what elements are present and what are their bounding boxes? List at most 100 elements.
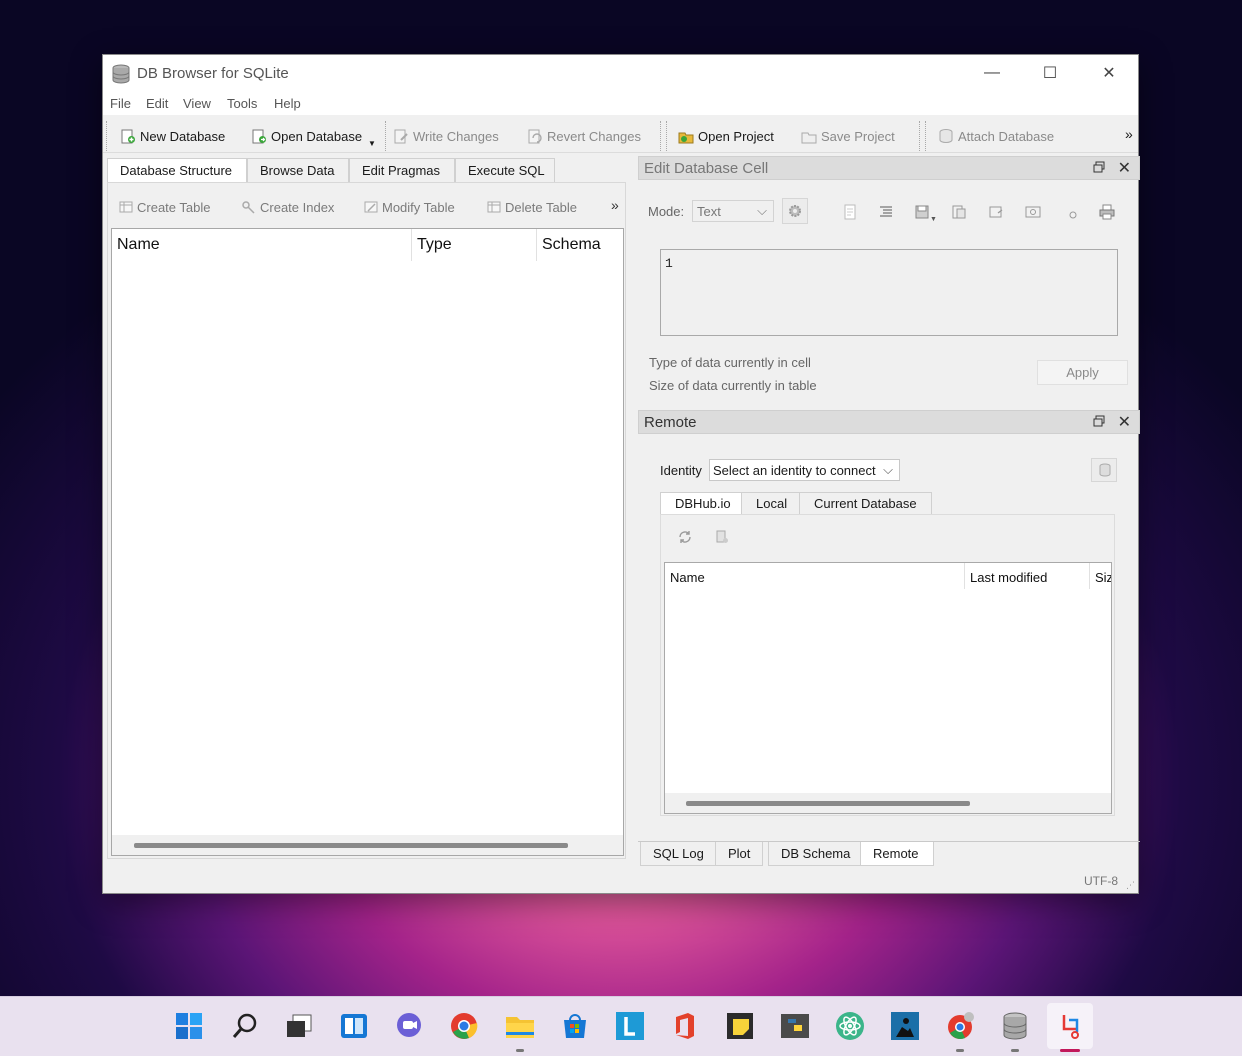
menu-bar: File Edit View Tools Help [103, 91, 1138, 115]
float-dock-icon[interactable] [1093, 415, 1105, 427]
tab-db-schema[interactable]: DB Schema [768, 842, 864, 866]
maximize-button[interactable]: ☐ [1021, 55, 1079, 91]
python-icon[interactable] [778, 1009, 812, 1043]
new-database-button[interactable]: New Database [120, 126, 225, 146]
scrollbar-thumb[interactable] [134, 843, 568, 848]
menu-help[interactable]: Help [274, 96, 301, 111]
create-table-label: Create Table [137, 199, 211, 215]
sticky-notes-icon[interactable] [723, 1009, 757, 1043]
start-icon[interactable] [172, 1009, 206, 1043]
remote-dock-title: Remote ✕ [638, 410, 1140, 434]
chevron-down-icon: ⌵ [757, 203, 767, 218]
toolbar-overflow-button[interactable]: » [1125, 124, 1133, 144]
remote-tree-view[interactable]: Name Last modified Siz [664, 562, 1112, 814]
export-to-file-icon[interactable] [951, 204, 967, 220]
word-wrap-icon[interactable] [842, 204, 858, 220]
task-view-icon[interactable] [282, 1009, 316, 1043]
toolbar-grip [666, 121, 667, 151]
mode-select[interactable]: Text ⌵ [692, 200, 774, 222]
menu-view[interactable]: View [183, 96, 211, 111]
schema-tree-horizontal-scrollbar[interactable] [112, 835, 623, 855]
tab-browse-data[interactable]: Browse Data [247, 158, 349, 182]
office-icon[interactable] [668, 1009, 702, 1043]
tab-current-database[interactable]: Current Database [799, 492, 932, 515]
structure-toolbar-overflow[interactable]: » [611, 197, 619, 213]
db-browser-icon[interactable] [998, 1009, 1032, 1052]
create-index-button[interactable]: Create Index [241, 199, 334, 215]
save-project-button[interactable]: Save Project [801, 126, 895, 146]
tab-execute-sql[interactable]: Execute SQL [455, 158, 555, 182]
column-divider [411, 229, 412, 261]
modify-table-button[interactable]: Modify Table [363, 199, 455, 215]
set-as-null-icon[interactable] [988, 204, 1004, 220]
new-database-icon [121, 129, 135, 144]
clone-database-icon[interactable] [714, 529, 730, 545]
apply-button[interactable]: Apply [1037, 360, 1128, 385]
import-from-file-icon[interactable] [914, 204, 930, 220]
cell-size-info: Size of data currently in table [649, 378, 817, 393]
revert-changes-icon [528, 129, 542, 144]
column-header-type[interactable]: Type [417, 236, 452, 254]
import-dropdown-arrow[interactable]: ▼ [930, 216, 937, 223]
new-database-label: New Database [140, 128, 226, 144]
resize-grip-icon[interactable]: ⋰ [1126, 880, 1135, 891]
close-dock-icon[interactable]: ✕ [1118, 412, 1131, 432]
cell-type-info: Type of data currently in cell [649, 355, 811, 370]
menu-file[interactable]: File [110, 96, 131, 111]
menu-edit[interactable]: Edit [146, 96, 168, 111]
remote-identity-button[interactable] [1091, 458, 1117, 482]
print-icon[interactable] [1099, 204, 1115, 220]
store-icon[interactable] [558, 1009, 592, 1043]
open-database-label: Open Database [271, 128, 363, 144]
tab-edit-pragmas[interactable]: Edit Pragmas [349, 158, 455, 182]
auto-switch-mode-button[interactable] [782, 198, 808, 224]
refresh-icon[interactable] [677, 529, 693, 545]
menu-tools[interactable]: Tools [227, 96, 257, 111]
column-header-last-modified[interactable]: Last modified [970, 570, 1047, 585]
create-table-icon [119, 201, 133, 213]
open-database-dropdown-arrow[interactable]: ▼ [368, 139, 376, 148]
database-app-icon [112, 64, 130, 84]
kindle-icon[interactable] [888, 1009, 922, 1043]
atom-icon[interactable] [833, 1009, 867, 1043]
identity-select[interactable]: Select an identity to connect ⌵ [709, 459, 900, 481]
scrollbar-thumb[interactable] [686, 801, 970, 806]
column-header-name[interactable]: Name [670, 570, 705, 585]
file-explorer-icon[interactable] [503, 1009, 537, 1052]
window-title: DB Browser for SQLite [137, 65, 289, 82]
column-header-schema[interactable]: Schema [542, 236, 601, 254]
app-l-icon[interactable] [613, 1009, 647, 1043]
column-header-name[interactable]: Name [117, 236, 160, 254]
chrome-dev-icon[interactable] [943, 1009, 977, 1052]
record-icon[interactable] [1062, 204, 1078, 220]
write-changes-button[interactable]: Write Changes [393, 126, 499, 146]
minimize-button[interactable]: — [963, 55, 1021, 91]
close-button[interactable]: ✕ [1080, 55, 1138, 91]
auto-format-icon[interactable] [878, 204, 894, 220]
create-table-button[interactable]: Create Table [118, 199, 210, 215]
column-header-size[interactable]: Siz [1095, 570, 1111, 585]
chat-icon[interactable] [392, 1009, 426, 1043]
mode-label: Mode: [648, 204, 685, 219]
tab-database-structure[interactable]: Database Structure [107, 158, 247, 184]
open-project-button[interactable]: Open Project [678, 126, 774, 146]
image-view-icon[interactable] [1025, 204, 1041, 220]
open-database-button[interactable]: Open Database [251, 126, 362, 146]
tab-sql-log[interactable]: SQL Log [640, 842, 717, 866]
tab-plot[interactable]: Plot [715, 842, 764, 866]
remote-tree-horizontal-scrollbar[interactable] [665, 793, 1111, 813]
tab-remote[interactable]: Remote [860, 842, 934, 866]
widgets-icon[interactable] [337, 1009, 371, 1043]
float-dock-icon[interactable] [1093, 161, 1105, 173]
schema-tree-view[interactable]: Name Type Schema [111, 228, 624, 856]
chrome-icon[interactable] [447, 1009, 481, 1043]
cell-editor[interactable]: 1 [660, 249, 1118, 336]
snipping-tool-icon[interactable] [1047, 1003, 1093, 1052]
delete-table-button[interactable]: Delete Table [486, 199, 577, 215]
close-dock-icon[interactable]: ✕ [1118, 158, 1131, 178]
tab-local[interactable]: Local [741, 492, 803, 515]
attach-database-button[interactable]: Attach Database [938, 126, 1054, 146]
delete-table-label: Delete Table [505, 199, 578, 215]
revert-changes-button[interactable]: Revert Changes [527, 126, 641, 146]
search-icon[interactable] [228, 1009, 262, 1043]
